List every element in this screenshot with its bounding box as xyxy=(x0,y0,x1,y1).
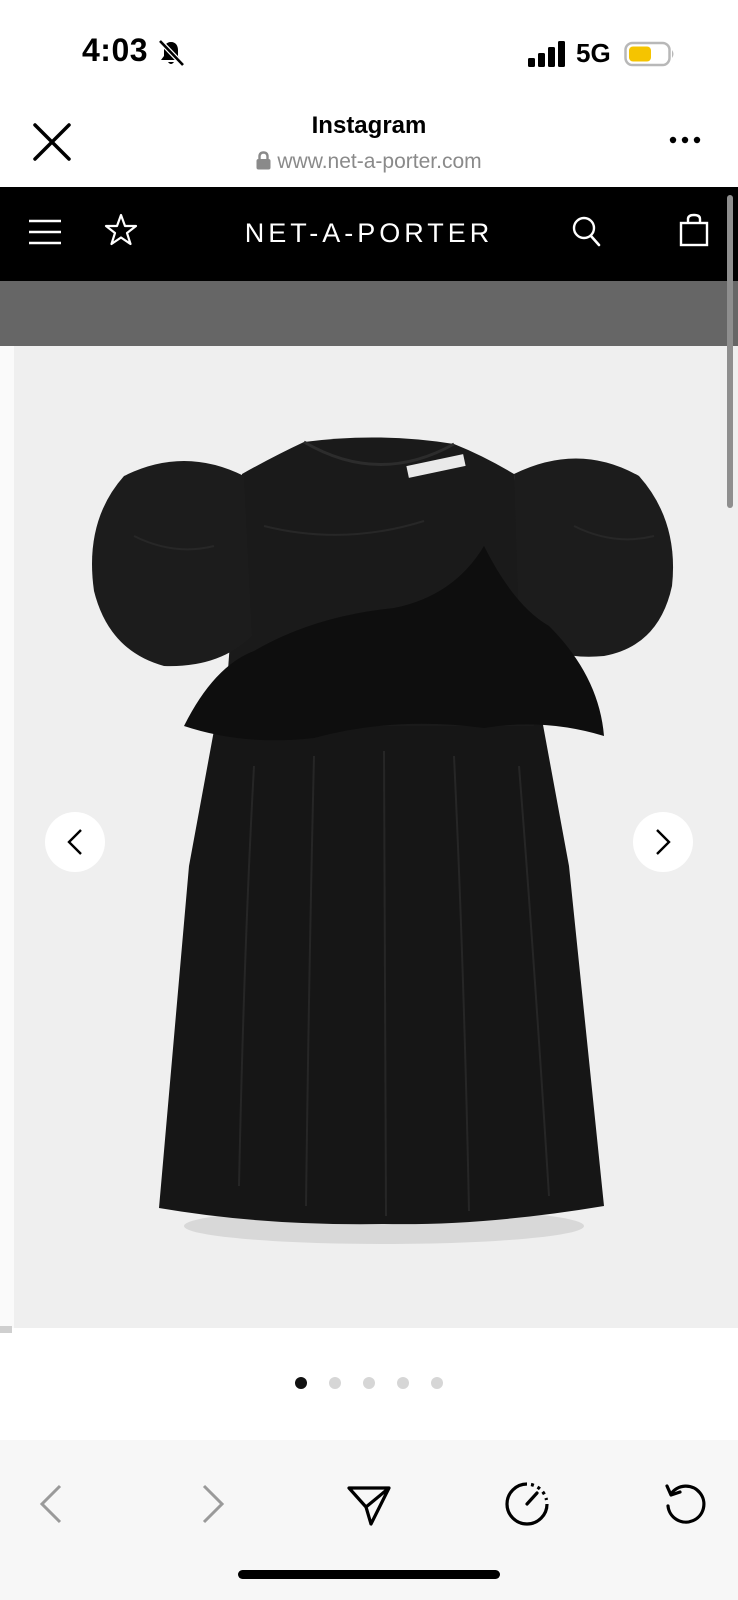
pagination-dot[interactable] xyxy=(431,1377,443,1389)
status-time: 4:03 xyxy=(82,32,149,68)
pagination-dot[interactable] xyxy=(363,1377,375,1389)
pagination-dot[interactable] xyxy=(397,1377,409,1389)
battery-icon xyxy=(624,41,674,67)
more-icon[interactable] xyxy=(668,134,702,146)
url-text: www.net-a-porter.com xyxy=(277,150,482,173)
carousel-pagination xyxy=(0,1377,738,1391)
bell-slash-icon xyxy=(158,39,185,67)
edge-marker xyxy=(0,1326,12,1333)
signal-icon xyxy=(528,41,565,67)
dress-image xyxy=(92,437,674,1244)
network-label: 5G xyxy=(576,38,611,68)
scrollbar[interactable] xyxy=(727,195,733,508)
product-image[interactable] xyxy=(14,346,738,1328)
share-icon[interactable] xyxy=(345,1480,393,1528)
browser-toolbar xyxy=(0,1440,738,1600)
chevron-left-icon xyxy=(67,829,82,855)
browser-title: Instagram xyxy=(311,112,427,139)
lock-icon xyxy=(256,151,271,170)
carousel-prev-button[interactable] xyxy=(45,812,105,872)
bag-icon[interactable] xyxy=(679,213,709,247)
home-indicator[interactable] xyxy=(238,1570,500,1579)
promo-banner xyxy=(0,281,738,346)
carousel-next-button[interactable] xyxy=(633,812,693,872)
status-bar: 4:03 5G xyxy=(0,0,738,100)
search-icon[interactable] xyxy=(571,215,601,247)
speed-icon[interactable] xyxy=(503,1480,551,1528)
pagination-dot[interactable] xyxy=(295,1377,307,1389)
forward-icon[interactable] xyxy=(188,1480,236,1528)
site-nav: NET-A-PORTER xyxy=(0,187,738,281)
site-logo[interactable]: NET-A-PORTER xyxy=(0,218,738,249)
back-icon[interactable] xyxy=(28,1480,76,1528)
url-bar[interactable]: www.net-a-porter.com xyxy=(0,150,738,174)
browser-header: Instagram www.net-a-porter.com xyxy=(0,100,738,187)
pagination-dot[interactable] xyxy=(329,1377,341,1389)
left-margin-strip xyxy=(0,346,14,1328)
chevron-right-icon xyxy=(656,829,671,855)
reload-icon[interactable] xyxy=(661,1480,709,1528)
